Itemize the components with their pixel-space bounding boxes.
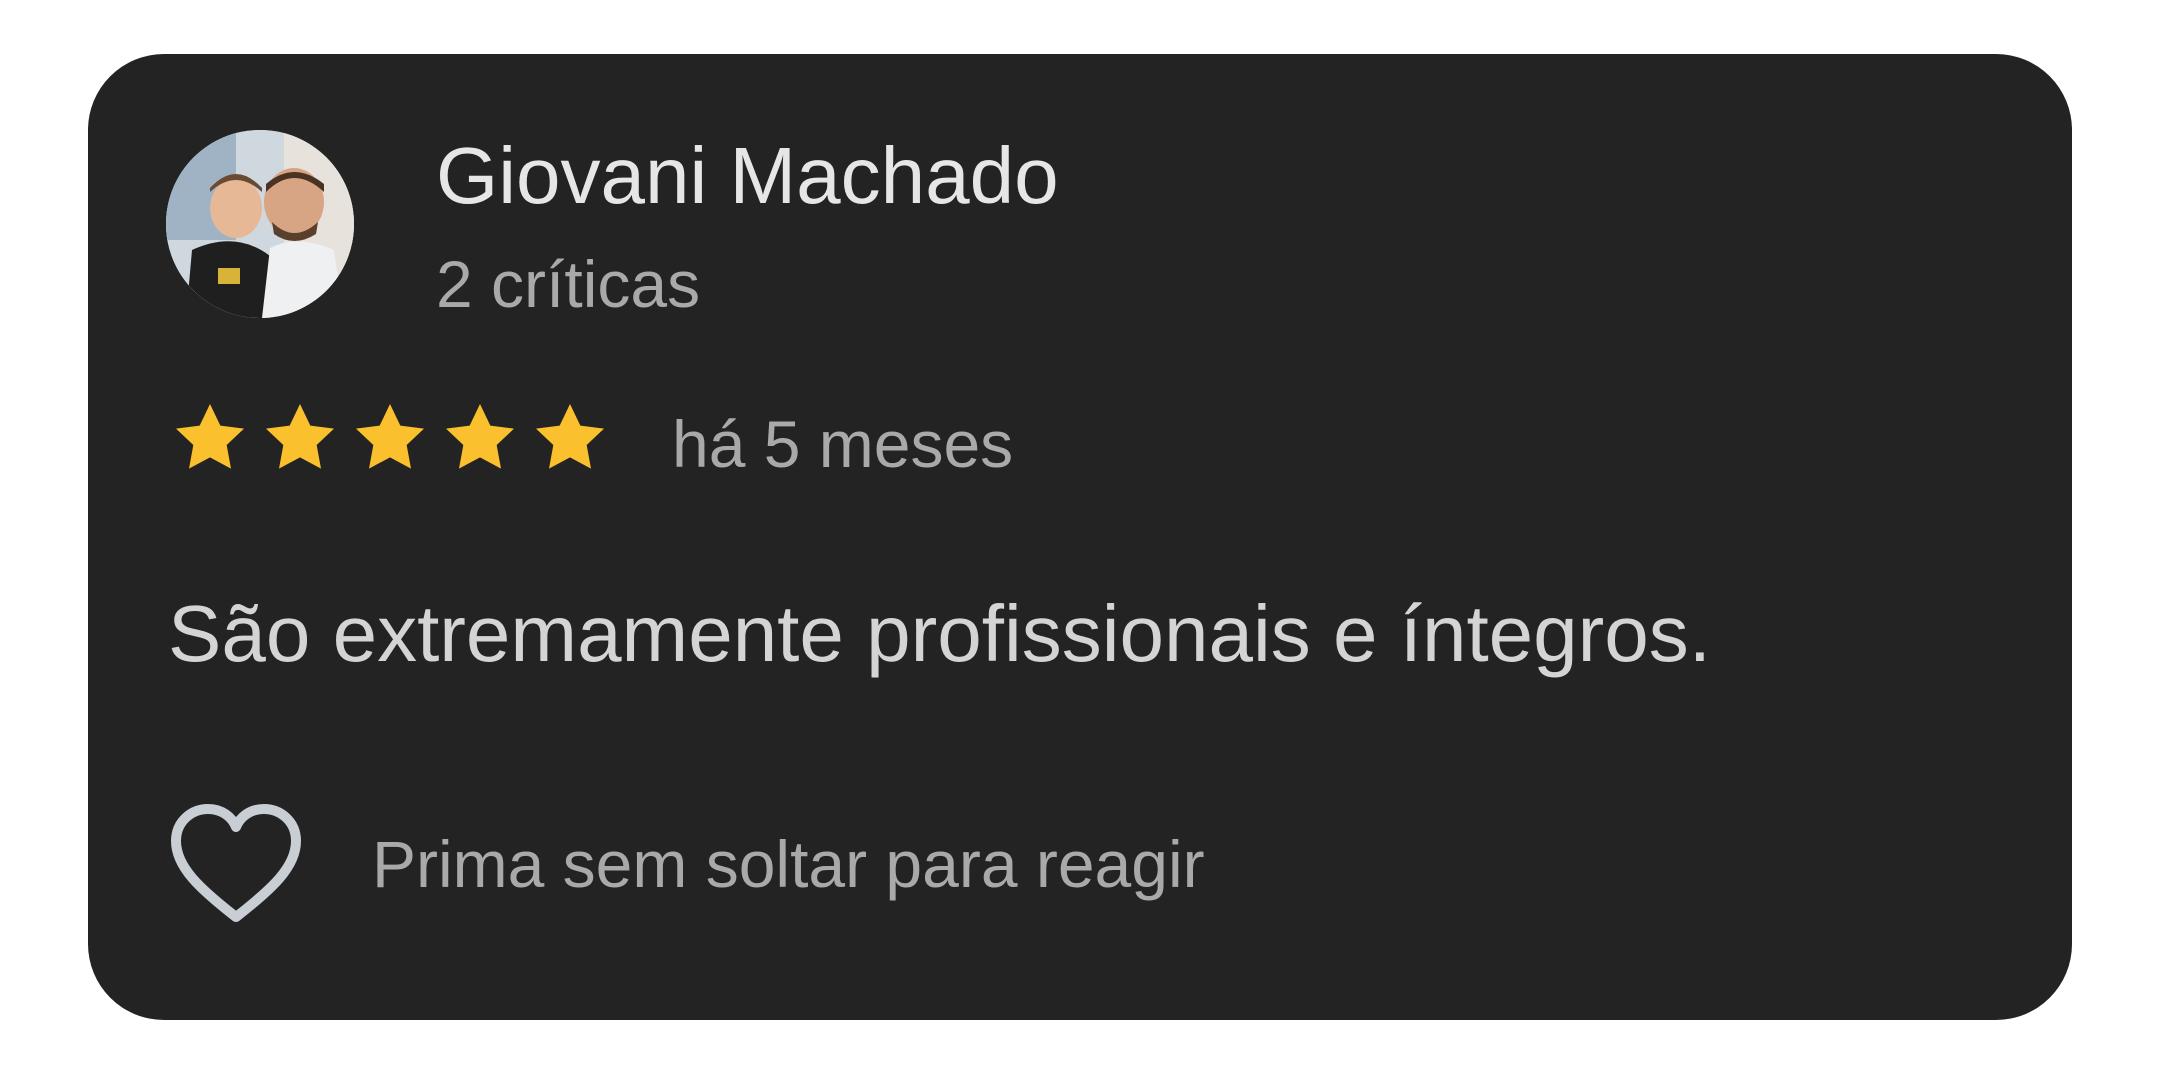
star-rating: [168, 398, 618, 478]
star-icon: [348, 398, 432, 478]
star-icon: [258, 398, 342, 478]
review-text: São extremamente profissionais e íntegro…: [168, 589, 1712, 678]
heart-outline-icon[interactable]: [166, 799, 306, 929]
avatar-photo: [166, 130, 354, 318]
review-count: 2 críticas: [436, 247, 701, 321]
star-icon: [528, 398, 612, 478]
star-icon: [168, 398, 252, 478]
react-button[interactable]: Prima sem soltar para reagir: [166, 794, 1205, 934]
author-name[interactable]: Giovani Machado: [436, 126, 1059, 226]
reaction-hint: Prima sem soltar para reagir: [372, 827, 1205, 901]
review-card[interactable]: Giovani Machado 2 críticas há 5 meses Sã…: [88, 54, 2072, 1020]
avatar[interactable]: [166, 130, 354, 318]
star-icon: [438, 398, 522, 478]
review-date: há 5 meses: [672, 407, 1014, 481]
